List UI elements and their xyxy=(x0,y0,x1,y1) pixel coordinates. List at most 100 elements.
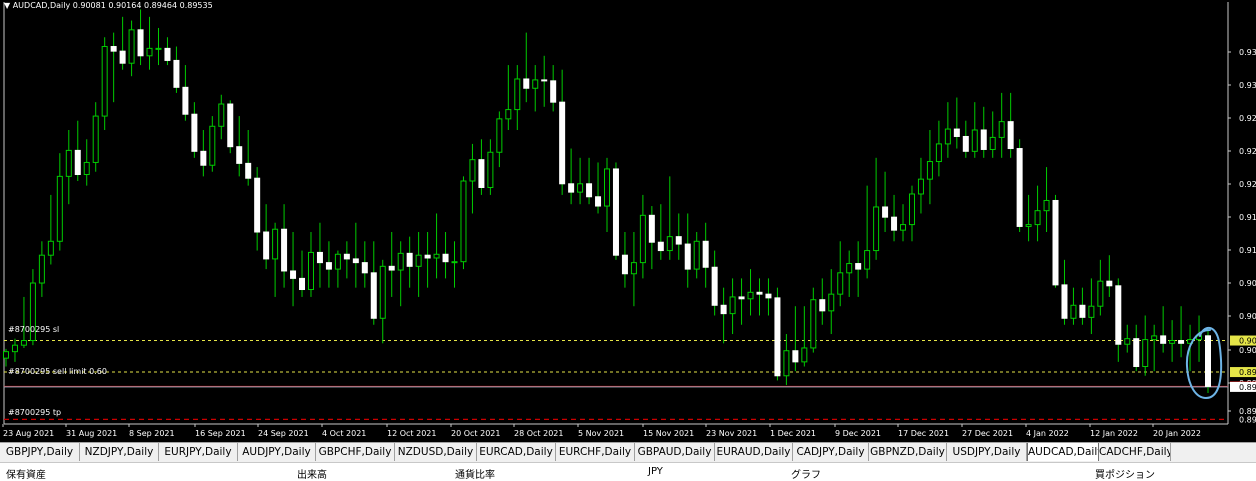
price-tick-label: 0.93 xyxy=(1239,81,1256,90)
chart-tab[interactable]: EURCAD,Daily xyxy=(477,443,556,461)
bullish-candle-body xyxy=(935,143,942,163)
date-label: 5 Nov 2021 xyxy=(578,429,624,438)
bearish-candle-body xyxy=(406,252,413,267)
bullish-candle-body xyxy=(989,136,996,150)
chart-tabs: GBPJPY,Daily NZDJPY,Daily EURJPY,Daily AUDJ… xyxy=(0,442,1256,463)
bullish-candle-body xyxy=(1124,338,1131,345)
column-currency-ratio[interactable]: 通貨比率 xyxy=(455,466,495,481)
bullish-candle-body xyxy=(451,261,458,264)
chart-tab[interactable]: EURCHF,Daily xyxy=(556,443,635,461)
terminal-header: 保有資産 出来高 通貨比率 JPY グラフ 買ポジション xyxy=(0,462,1256,481)
ask-price-tag: 0.89 xyxy=(1239,383,1256,392)
bullish-candle-body xyxy=(47,240,54,256)
bearish-candle-body xyxy=(352,258,359,264)
bearish-candle-body xyxy=(541,79,548,82)
bearish-candle-body xyxy=(281,228,288,272)
chart-tab[interactable]: USDJPY,Daily xyxy=(947,443,1027,461)
bearish-candle-body xyxy=(74,149,81,176)
bullish-candle-body xyxy=(128,29,135,64)
bullish-candle-body xyxy=(272,228,279,260)
bearish-candle-body xyxy=(182,86,189,115)
bullish-candle-body xyxy=(3,351,9,359)
chart-tab[interactable]: CADJPY,Daily xyxy=(793,443,869,461)
chart-tab[interactable]: EURJPY,Daily xyxy=(159,443,238,461)
chart-tab[interactable]: EURAUD,Daily xyxy=(715,443,793,461)
bullish-candle-body xyxy=(1169,340,1176,344)
bullish-candle-body xyxy=(693,240,700,270)
bearish-candle-body xyxy=(720,304,727,315)
column-volume[interactable]: 出来高 xyxy=(297,466,327,481)
bearish-candle-body xyxy=(1106,280,1113,287)
price-tick-label: 0.90 xyxy=(1239,346,1256,355)
bullish-candle-body xyxy=(783,350,790,377)
date-label: 12 Oct 2021 xyxy=(387,429,436,438)
bullish-candle-body xyxy=(415,254,422,267)
chart-tab[interactable]: AUDJPY,Daily xyxy=(238,443,316,461)
price-tick-label: 0.93 xyxy=(1239,48,1256,57)
sell-limit-order-label: #8700295 sell limit 0.60 xyxy=(8,367,107,376)
bullish-candle-body xyxy=(11,344,18,353)
bearish-candle-body xyxy=(245,162,252,179)
bearish-candle-body xyxy=(774,297,781,377)
bearish-candle-body xyxy=(1016,148,1023,227)
bearish-candle-body xyxy=(586,183,593,198)
chart-tab[interactable]: NZDUSD,Daily xyxy=(395,443,477,461)
bearish-candle-body xyxy=(290,270,297,279)
bullish-candle-body xyxy=(83,161,90,176)
bearish-candle-body xyxy=(137,29,144,57)
bearish-candle-body xyxy=(1178,340,1185,344)
bearish-candle-body xyxy=(612,168,619,256)
bearish-candle-body xyxy=(1133,338,1140,367)
date-label: 4 Oct 2021 xyxy=(322,429,366,438)
bearish-candle-body xyxy=(316,251,323,264)
tp-order-label: #8700295 tp xyxy=(8,408,62,417)
bullish-candle-body xyxy=(801,347,808,363)
bullish-candle-body xyxy=(837,272,844,295)
bullish-candle-body xyxy=(828,293,835,312)
bullish-candle-body xyxy=(65,149,72,177)
chart-tab[interactable]: GBPCHF,Daily xyxy=(316,443,395,461)
bullish-candle-body xyxy=(433,253,440,259)
chart-tab[interactable]: AUDCAD,Daily xyxy=(1027,443,1099,461)
column-buy-position[interactable]: 買ポジション xyxy=(1095,466,1155,481)
bullish-candle-body xyxy=(998,121,1005,138)
bullish-candle-body xyxy=(397,252,404,271)
bullish-candle-body xyxy=(1151,335,1158,341)
column-graph[interactable]: グラフ xyxy=(791,466,821,481)
bullish-candle-body xyxy=(496,118,503,153)
bearish-candle-body xyxy=(684,243,691,270)
bullish-candle-body xyxy=(1043,199,1050,212)
chart-tab[interactable]: CADCHF,Daily xyxy=(1099,443,1171,461)
bearish-candle-body xyxy=(953,128,960,137)
bullish-candle-body xyxy=(846,263,853,274)
bullish-candle-body xyxy=(155,47,162,50)
header-arrow-icon[interactable]: ▼ xyxy=(4,1,10,10)
chart-tab[interactable]: GBPNZD,Daily xyxy=(869,443,947,461)
bearish-candle-body xyxy=(711,266,718,306)
chart-tab[interactable]: NZDJPY,Daily xyxy=(80,443,159,461)
bearish-candle-body xyxy=(227,103,234,148)
bearish-candle-body xyxy=(980,129,987,150)
column-jpy[interactable]: JPY xyxy=(648,466,663,477)
date-label: 24 Sep 2021 xyxy=(258,429,309,438)
bullish-candle-body xyxy=(926,161,933,180)
bearish-candle-body xyxy=(164,47,171,61)
bearish-candle-body xyxy=(200,150,207,166)
bearish-candle-body xyxy=(568,183,575,193)
bearish-candle-body xyxy=(191,113,198,152)
bullish-candle-body xyxy=(577,183,584,193)
bullish-candle-body xyxy=(1034,210,1041,226)
price-chart[interactable]: 0.93 0.93 0.92 0.92 0.92 0.91 0.91 0.90 0.90 0.90… xyxy=(0,0,1256,442)
bullish-candle-body xyxy=(900,224,907,231)
date-label: 20 Oct 2021 xyxy=(451,429,500,438)
bearish-candle-body xyxy=(550,80,557,103)
sell-limit-price-tag: 0.89 xyxy=(1239,368,1256,377)
chart-tab[interactable]: GBPAUD,Daily xyxy=(635,443,715,461)
bearish-candle-body xyxy=(675,236,682,245)
date-label: 15 Nov 2021 xyxy=(643,429,694,438)
column-holdings[interactable]: 保有資産 xyxy=(6,466,46,481)
candlestick-chart-svg: 0.930.930.920.920.920.910.910.900.900.90… xyxy=(2,2,1256,438)
chart-tab[interactable]: GBPJPY,Daily xyxy=(0,443,80,461)
date-label: 23 Aug 2021 xyxy=(3,429,54,438)
date-label: 12 Jan 2022 xyxy=(1090,429,1138,438)
